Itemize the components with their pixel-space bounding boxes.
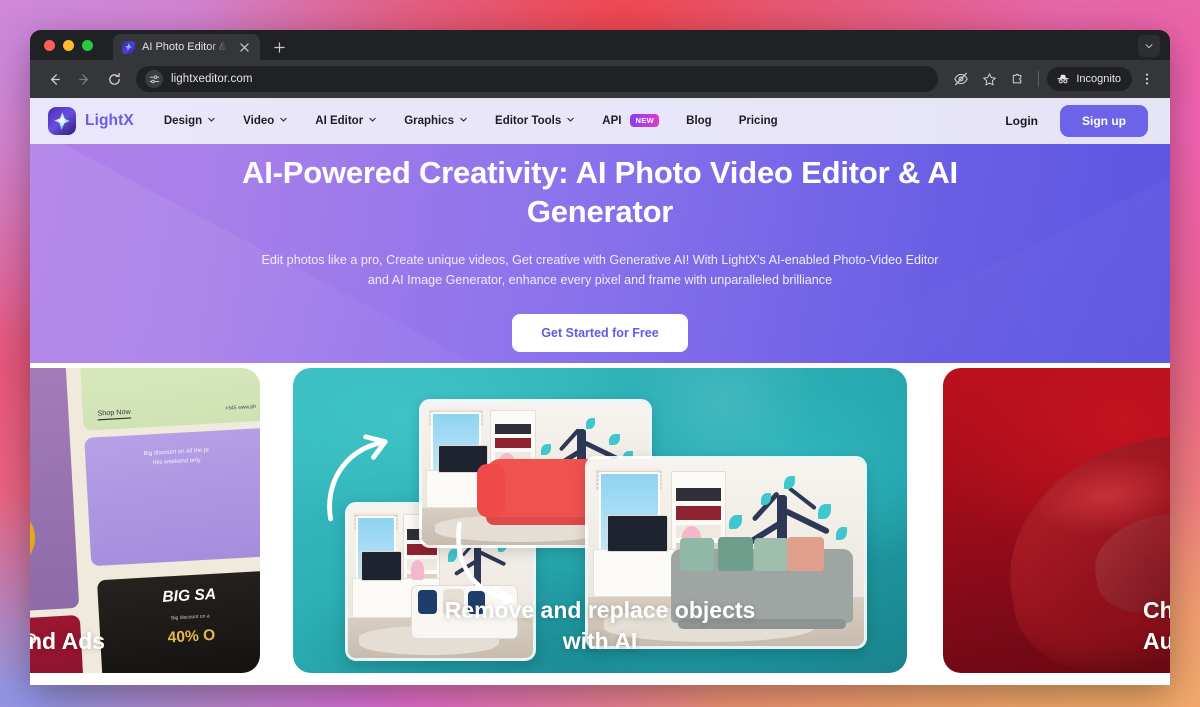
signup-button[interactable]: Sign up xyxy=(1060,105,1148,137)
nav-label: Pricing xyxy=(738,115,778,127)
site-navbar: LightX Design Video AI Editor Graphics E… xyxy=(30,98,1170,144)
nav-item-api[interactable]: API NEW xyxy=(602,113,660,128)
forward-arrow-icon[interactable] xyxy=(70,65,98,93)
toolbar-divider xyxy=(1038,71,1040,87)
window-traffic-lights xyxy=(40,30,99,60)
browser-toolbar: lightxeditor.com Incognito xyxy=(30,60,1170,98)
carousel-caption-remove-replace: Remove and replace objects with AI xyxy=(293,595,907,657)
caption-line-2: Auto xyxy=(1143,628,1170,655)
login-link[interactable]: Login xyxy=(1005,114,1038,128)
poster-big-sub: Big discount on a xyxy=(170,612,210,621)
nav-label: API xyxy=(602,115,622,127)
browser-window: AI Photo Editor & AI Image Ge xyxy=(30,30,1170,685)
nav-item-graphics[interactable]: Graphics xyxy=(404,115,468,127)
hero-subtitle: Edit photos like a pro, Create unique vi… xyxy=(261,253,939,288)
tab-title: AI Photo Editor & AI Image Ge xyxy=(142,41,228,53)
new-tab-button[interactable] xyxy=(270,38,288,56)
browser-tab-active[interactable]: AI Photo Editor & AI Image Ge xyxy=(113,34,260,60)
back-arrow-icon[interactable] xyxy=(40,65,68,93)
minimize-window-button[interactable] xyxy=(63,39,74,51)
carousel-card-clothing[interactable]: Cha Auto xyxy=(943,368,1170,673)
nav-item-video[interactable]: Video xyxy=(243,115,288,127)
chevron-down-icon xyxy=(459,115,468,127)
reload-icon[interactable] xyxy=(100,65,128,93)
star-icon[interactable] xyxy=(976,66,1002,92)
poster-big-sale: BIG SA Big discount on a 40% O xyxy=(97,570,260,673)
nav-item-pricing[interactable]: Pricing xyxy=(739,115,778,127)
lightx-spark-icon xyxy=(48,107,76,135)
hero-title: AI-Powered Creativity: AI Photo Video Ed… xyxy=(242,155,958,230)
poster-contact: +345 www.ph xyxy=(224,403,257,412)
carousel-card-remove-replace[interactable]: Remove and replace objects with AI xyxy=(293,368,907,673)
nav-label: Graphics xyxy=(404,115,455,127)
incognito-hat-icon xyxy=(1056,72,1070,86)
chevron-down-icon[interactable] xyxy=(1138,35,1160,57)
feature-carousel: ON 60% OFFER Shop Now +345 www.ph Big di… xyxy=(30,363,1170,685)
get-started-button[interactable]: Get Started for Free xyxy=(512,313,688,352)
tune-sliders-icon[interactable] xyxy=(145,70,163,88)
site-nav-actions: Login Sign up xyxy=(1005,105,1148,137)
nav-item-ai-editor[interactable]: AI Editor xyxy=(315,115,377,127)
nav-label: Video xyxy=(243,115,275,127)
desktop-wallpaper: AI Photo Editor & AI Image Ge xyxy=(0,0,1200,707)
eye-slash-icon[interactable] xyxy=(948,66,974,92)
nav-item-design[interactable]: Design xyxy=(164,115,216,127)
incognito-label: Incognito xyxy=(1076,73,1121,85)
chevron-down-icon xyxy=(368,115,377,127)
nav-label: Editor Tools xyxy=(495,115,562,127)
new-badge: NEW xyxy=(630,113,660,127)
close-icon[interactable] xyxy=(235,38,253,56)
nav-item-editor-tools[interactable]: Editor Tools xyxy=(495,115,575,127)
maximize-window-button[interactable] xyxy=(82,39,93,51)
caption-line-2: with AI xyxy=(562,628,638,655)
poster-big-title: BIG SA xyxy=(161,584,217,606)
site-nav-links: Design Video AI Editor Graphics Editor T… xyxy=(164,113,778,128)
chevron-down-icon xyxy=(279,115,288,127)
carousel-caption-clothing: Cha Auto xyxy=(943,595,1170,657)
brand-name: LightX xyxy=(85,112,134,129)
carousel-card-posters[interactable]: ON 60% OFFER Shop Now +345 www.ph Big di… xyxy=(30,368,260,673)
puzzle-piece-icon[interactable] xyxy=(1004,66,1030,92)
browser-tab-strip: AI Photo Editor & AI Image Ge xyxy=(30,30,1170,60)
nav-label: Blog xyxy=(686,115,712,127)
poster-shop-now: Shop Now xyxy=(97,409,132,421)
chevron-down-icon xyxy=(566,115,575,127)
chevron-down-icon xyxy=(207,115,216,127)
nav-label: AI Editor xyxy=(315,115,364,127)
incognito-indicator[interactable]: Incognito xyxy=(1047,67,1132,91)
hero-section: AI-Powered Creativity: AI Photo Video Ed… xyxy=(30,144,1170,363)
carousel-caption-posters: nd Ads xyxy=(30,628,106,655)
caption-line-1: Cha xyxy=(1143,597,1170,624)
poster-purple-body: Big discount on all the pr this weekend … xyxy=(143,446,210,467)
address-bar[interactable]: lightxeditor.com xyxy=(136,66,939,92)
three-dot-menu-icon[interactable] xyxy=(1134,66,1160,92)
url-text: lightxeditor.com xyxy=(171,73,253,85)
page-viewport: LightX Design Video AI Editor Graphics E… xyxy=(30,98,1170,685)
nav-label: Design xyxy=(163,115,203,127)
poster-purple-light: Big discount on all the pr this weekend … xyxy=(84,428,260,567)
nav-item-blog[interactable]: Blog xyxy=(686,115,712,127)
caption-line-1: Remove and replace objects xyxy=(444,597,756,624)
poster-dots xyxy=(30,588,78,603)
poster-discount-label: DISCOUNT UP TO 50% xyxy=(30,376,67,394)
poster-green: Shop Now +345 www.ph xyxy=(77,368,260,432)
lightx-logo-icon xyxy=(122,40,135,54)
poster-spring-title: SPRING SALE xyxy=(30,396,70,454)
poster-spring-sale: DISCOUNT UP TO 50% SPRING SALE Instantly… xyxy=(30,368,80,618)
brand-logo-link[interactable]: LightX xyxy=(48,107,134,135)
close-window-button[interactable] xyxy=(44,39,55,51)
